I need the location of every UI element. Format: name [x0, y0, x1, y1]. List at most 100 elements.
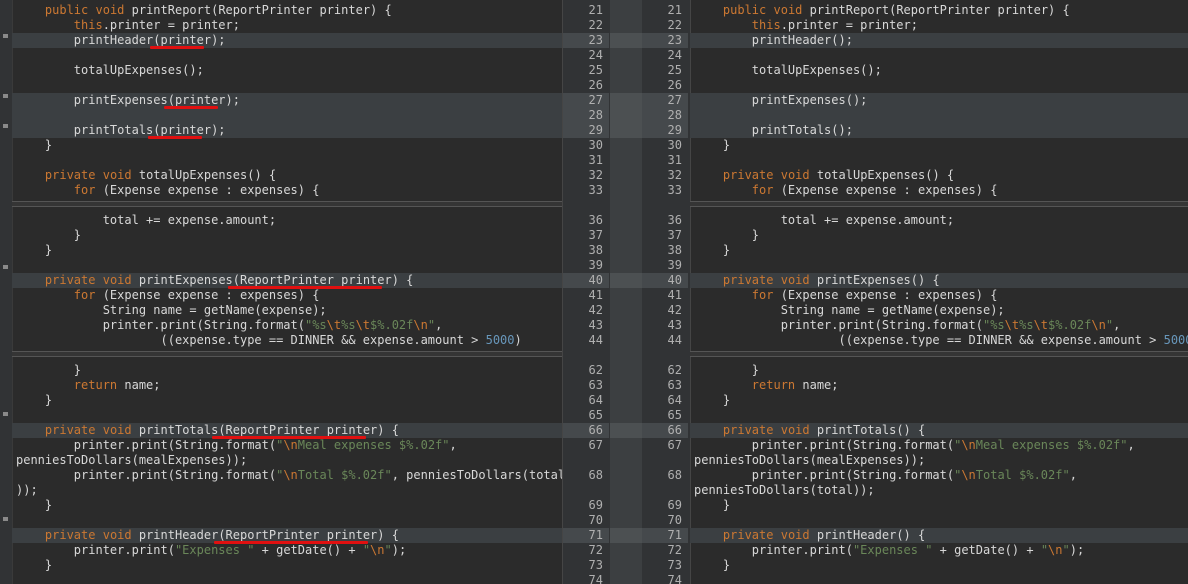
right-editor-pane[interactable]: } printer.print("Expenses " + getDate() …: [690, 0, 1188, 584]
code-line[interactable]: }: [690, 138, 1188, 153]
code-line[interactable]: private void totalUpExpenses() {: [12, 168, 562, 183]
code-line[interactable]: }: [690, 363, 1188, 378]
collapsed-region[interactable]: [690, 351, 1188, 357]
code-line[interactable]: private void totalUpExpenses() {: [690, 168, 1188, 183]
change-marker-icon[interactable]: [3, 124, 8, 128]
code-line[interactable]: penniesToDollars(total));: [690, 483, 1188, 498]
left-editor-pane[interactable]: } printer.print("Expenses " + getDate() …: [12, 0, 562, 584]
code-line[interactable]: for (Expense expense : expenses) {: [690, 288, 1188, 303]
code-line[interactable]: private void printTotals() {: [690, 423, 1188, 438]
code-line[interactable]: }: [12, 498, 562, 513]
line-number: 66: [563, 423, 609, 438]
line-number: 36: [667, 213, 682, 227]
code-line[interactable]: printer.print(String.format("\nMeal expe…: [690, 438, 1188, 453]
code-line[interactable]: ((expense.type == DINNER && expense.amou…: [12, 333, 562, 348]
removed-parameter-underline: [214, 541, 368, 544]
code-line[interactable]: [12, 573, 562, 584]
code-line[interactable]: total += expense.amount;: [690, 213, 1188, 228]
line-number: 37: [588, 228, 603, 242]
code-line[interactable]: printer.print(String.format("%s\t%s\t$%.…: [12, 318, 562, 333]
code-line[interactable]: }: [12, 393, 562, 408]
line-number: 65: [588, 408, 603, 422]
code-line[interactable]: printer.print("Expenses " + getDate() + …: [690, 543, 1188, 558]
code-line[interactable]: }: [690, 228, 1188, 243]
line-number: 73: [667, 558, 682, 572]
code-line[interactable]: [12, 408, 562, 423]
line-number: 62: [667, 363, 682, 377]
code-line[interactable]: [690, 48, 1188, 63]
code-line[interactable]: return name;: [690, 378, 1188, 393]
line-number: 40: [642, 273, 688, 288]
line-number: 27: [563, 93, 609, 108]
code-line[interactable]: total += expense.amount;: [12, 213, 562, 228]
code-line[interactable]: [690, 573, 1188, 584]
code-line[interactable]: printer.print("Expenses " + getDate() + …: [12, 543, 562, 558]
line-number: 72: [588, 543, 603, 557]
change-marker-icon[interactable]: [3, 94, 8, 98]
code-line[interactable]: for (Expense expense : expenses) {: [12, 288, 562, 303]
code-line[interactable]: }: [690, 498, 1188, 513]
code-line[interactable]: }: [12, 228, 562, 243]
line-number: 74: [588, 573, 603, 584]
code-line[interactable]: public void printReport(ReportPrinter pr…: [12, 3, 562, 18]
code-line[interactable]: this.printer = printer;: [12, 18, 562, 33]
code-line[interactable]: this.printer = printer;: [690, 18, 1188, 33]
code-line[interactable]: penniesToDollars(mealExpenses));: [12, 453, 562, 468]
collapsed-region[interactable]: [690, 201, 1188, 207]
code-line[interactable]: printer.print(String.format("\nMeal expe…: [12, 438, 562, 453]
code-line[interactable]: penniesToDollars(mealExpenses));: [690, 453, 1188, 468]
code-line[interactable]: printExpenses();: [690, 93, 1188, 108]
line-number: 32: [588, 168, 603, 182]
code-line[interactable]: for (Expense expense : expenses) {: [690, 183, 1188, 198]
code-line[interactable]: [12, 513, 562, 528]
code-line[interactable]: String name = getName(expense);: [690, 303, 1188, 318]
code-line[interactable]: public void printReport(ReportPrinter pr…: [690, 3, 1188, 18]
code-line[interactable]: [690, 408, 1188, 423]
code-line[interactable]: totalUpExpenses();: [12, 63, 562, 78]
code-line[interactable]: }: [12, 558, 562, 573]
code-line[interactable]: printHeader(printer);: [12, 33, 562, 48]
code-line[interactable]: printTotals(printer);: [12, 123, 562, 138]
code-line[interactable]: }: [690, 393, 1188, 408]
removed-parameter-underline: [164, 106, 218, 109]
code-line[interactable]: [690, 513, 1188, 528]
change-marker-icon[interactable]: [3, 412, 8, 416]
code-line[interactable]: printer.print(String.format("%s\t%s\t$%.…: [690, 318, 1188, 333]
code-line[interactable]: return name;: [12, 378, 562, 393]
code-line[interactable]: }: [12, 138, 562, 153]
code-line[interactable]: printHeader();: [690, 33, 1188, 48]
change-marker-icon[interactable]: [3, 34, 8, 38]
collapsed-region[interactable]: [12, 351, 562, 357]
code-line[interactable]: }: [12, 363, 562, 378]
code-line[interactable]: }: [12, 243, 562, 258]
code-line[interactable]: [690, 258, 1188, 273]
line-number: 26: [588, 78, 603, 92]
code-line[interactable]: [12, 48, 562, 63]
code-line[interactable]: printer.print(String.format("\nTotal $%.…: [690, 468, 1188, 483]
code-line[interactable]: [12, 108, 562, 123]
line-number: 25: [588, 63, 603, 77]
code-line[interactable]: private void printHeader() {: [690, 528, 1188, 543]
code-line[interactable]: totalUpExpenses();: [690, 63, 1188, 78]
code-line[interactable]: [690, 108, 1188, 123]
code-line[interactable]: printer.print(String.format("\nTotal $%.…: [12, 468, 562, 483]
code-line[interactable]: private void printExpenses() {: [690, 273, 1188, 288]
code-line[interactable]: String name = getName(expense);: [12, 303, 562, 318]
code-line[interactable]: [12, 258, 562, 273]
code-line[interactable]: [690, 153, 1188, 168]
code-line[interactable]: ));: [12, 483, 562, 498]
code-line[interactable]: }: [690, 243, 1188, 258]
code-line[interactable]: ((expense.type == DINNER && expense.amou…: [690, 333, 1188, 348]
removed-parameter-underline: [228, 286, 382, 289]
change-marker-icon[interactable]: [3, 517, 8, 521]
code-line[interactable]: for (Expense expense : expenses) {: [12, 183, 562, 198]
code-line[interactable]: [12, 153, 562, 168]
change-connector: [610, 528, 642, 543]
collapsed-region[interactable]: [12, 201, 562, 207]
code-line[interactable]: printExpenses(printer);: [12, 93, 562, 108]
code-line[interactable]: }: [690, 558, 1188, 573]
code-line[interactable]: [12, 78, 562, 93]
code-line[interactable]: printTotals();: [690, 123, 1188, 138]
change-marker-icon[interactable]: [3, 265, 8, 269]
code-line[interactable]: [690, 78, 1188, 93]
